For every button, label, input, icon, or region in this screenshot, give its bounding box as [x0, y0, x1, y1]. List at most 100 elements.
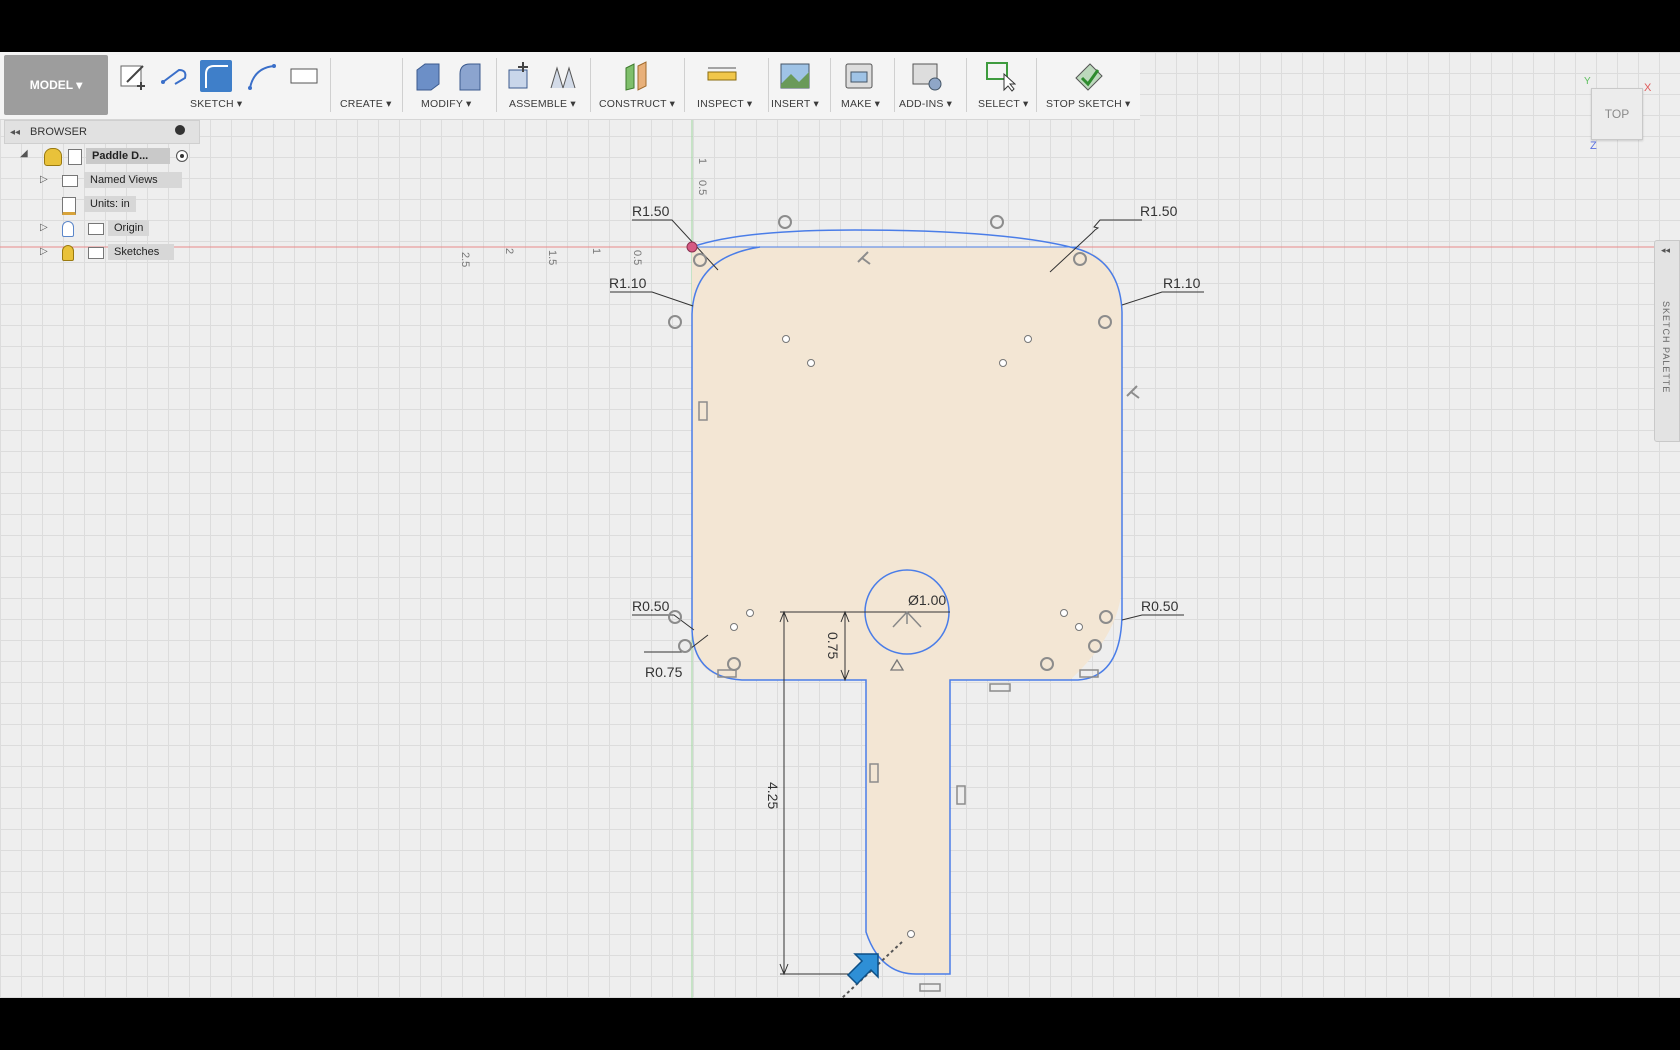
leader-r110-right	[1121, 291, 1204, 306]
folder-icon	[88, 223, 104, 235]
select-menu[interactable]: SELECT ▾	[978, 98, 1028, 110]
ruler-h-25: 2.5	[459, 252, 471, 267]
select-icon[interactable]	[984, 60, 1016, 92]
ruler-h-1: 1	[590, 248, 602, 254]
sketch-palette-tab[interactable]: ◂◂ SKETCH PALETTE	[1654, 240, 1680, 442]
minimize-icon[interactable]	[175, 125, 185, 135]
browser-header: ◂◂ BROWSER	[4, 120, 200, 144]
addins-menu[interactable]: ADD-INS ▾	[899, 98, 952, 110]
inspect-menu[interactable]: INSPECT ▾	[697, 98, 752, 110]
dim-r150-right[interactable]: R1.50	[1140, 203, 1178, 219]
dim-r050-left[interactable]: R0.50	[632, 598, 670, 614]
paddle-profile[interactable]	[692, 247, 1122, 974]
toolbar-separator	[590, 58, 591, 112]
units-icon	[62, 197, 76, 215]
tree-item-named-views[interactable]: ▷ Named Views	[4, 168, 200, 192]
toolbar-separator	[330, 58, 331, 112]
construct-menu[interactable]: CONSTRUCT ▾	[599, 98, 675, 110]
main-toolbar: MODEL ▾ SKETCH ▾ CREATE ▾ MODIFY ▾ ASSEM…	[0, 52, 1140, 120]
document-name[interactable]: Paddle D...	[86, 148, 170, 164]
collapse-panel-icon[interactable]: ◂◂	[10, 127, 20, 138]
fusion-app-window: 1 0.5 2.5 2 1.5 1 0.5 4.25 0.75 Ø1.00 R1…	[0, 52, 1680, 998]
leader-r050-right	[1121, 614, 1184, 621]
make-menu[interactable]: MAKE ▾	[841, 98, 880, 110]
toolbar-separator	[402, 58, 403, 112]
leader-r050-left	[632, 614, 695, 631]
sketch-palette-label: SKETCH PALETTE	[1661, 301, 1671, 394]
expand-triangle-icon[interactable]: ▷	[40, 246, 48, 257]
fillet-3d-icon[interactable]	[454, 60, 486, 92]
ruler-v-05: 0.5	[696, 180, 708, 195]
axis-z-label: Z	[1590, 140, 1597, 152]
fillet-tool-icon[interactable]	[200, 60, 232, 92]
tree-label[interactable]: Units: in	[84, 196, 136, 212]
lightbulb-off-icon[interactable]	[62, 221, 74, 237]
toolbar-separator	[496, 58, 497, 112]
insert-image-icon[interactable]	[779, 60, 811, 92]
press-pull-icon[interactable]	[411, 60, 443, 92]
tree-label[interactable]: Named Views	[84, 172, 182, 188]
folder-icon	[62, 175, 78, 187]
sketch-menu[interactable]: SKETCH ▾	[190, 98, 242, 110]
tree-item-origin[interactable]: ▷ Origin	[4, 216, 200, 240]
joint-icon[interactable]	[547, 60, 579, 92]
modify-menu[interactable]: MODIFY ▾	[421, 98, 471, 110]
axis-x-label: X	[1644, 82, 1652, 94]
lightbulb-icon[interactable]	[44, 148, 62, 166]
ruler-h-05: 0.5	[631, 250, 643, 265]
viewcube-face-label[interactable]: TOP	[1605, 107, 1629, 121]
toolbar-separator	[966, 58, 967, 112]
line-tool-icon[interactable]	[159, 60, 191, 92]
tree-item-document[interactable]: ◢ Paddle D...	[4, 144, 200, 168]
toolbar-separator	[830, 58, 831, 112]
expand-palette-icon[interactable]: ◂◂	[1661, 245, 1670, 256]
stop-sketch-icon[interactable]	[1072, 60, 1104, 92]
dim-075-label[interactable]: 0.75	[825, 632, 841, 659]
expand-triangle-icon[interactable]: ▷	[40, 222, 48, 233]
radio-target-icon[interactable]	[176, 150, 188, 162]
measure-icon[interactable]	[706, 60, 738, 92]
stop-sketch-menu[interactable]: STOP SKETCH ▾	[1046, 98, 1131, 110]
dim-r150-left[interactable]: R1.50	[632, 203, 670, 219]
browser-title: BROWSER	[30, 126, 87, 138]
toolbar-separator	[1036, 58, 1037, 112]
3d-print-icon[interactable]	[843, 60, 875, 92]
tree-label[interactable]: Sketches	[108, 244, 174, 260]
insert-menu[interactable]: INSERT ▾	[771, 98, 819, 110]
sketch-canvas[interactable]: 1 0.5 2.5 2 1.5 1 0.5 4.25 0.75 Ø1.00 R1…	[0, 52, 1680, 998]
toolbar-separator	[768, 58, 769, 112]
tree-item-units[interactable]: Units: in	[4, 192, 200, 216]
new-component-icon[interactable]	[503, 60, 535, 92]
ruler-h-2: 2	[503, 248, 515, 254]
axis-y-label: Y	[1584, 76, 1591, 87]
collapse-triangle-icon[interactable]: ◢	[20, 148, 28, 159]
lightbulb-icon[interactable]	[62, 245, 74, 261]
assemble-menu[interactable]: ASSEMBLE ▾	[509, 98, 576, 110]
folder-icon	[88, 247, 104, 259]
create-menu[interactable]: CREATE ▾	[340, 98, 392, 110]
document-icon	[68, 149, 82, 165]
viewcube[interactable]: TOP	[1591, 88, 1643, 140]
toolbar-separator	[894, 58, 895, 112]
dim-r110-right[interactable]: R1.10	[1163, 275, 1201, 291]
rectangle-tool-icon[interactable]	[288, 60, 320, 92]
toolbar-separator	[684, 58, 685, 112]
ruler-h-15: 1.5	[546, 250, 558, 265]
expand-triangle-icon[interactable]: ▷	[40, 174, 48, 185]
dim-r050-right[interactable]: R0.50	[1141, 598, 1179, 614]
tree-label[interactable]: Origin	[108, 220, 150, 236]
dim-r075[interactable]: R0.75	[645, 664, 683, 680]
scripts-addins-icon[interactable]	[911, 60, 943, 92]
tree-item-sketches[interactable]: ▷ Sketches	[4, 240, 200, 264]
browser-panel: ◂◂ BROWSER ◢ Paddle D... ▷ Named Views U…	[4, 120, 200, 264]
leader-r110-left	[610, 291, 694, 307]
origin-point[interactable]	[686, 241, 698, 253]
dim-diameter-label[interactable]: Ø1.00	[908, 592, 946, 608]
model-workspace-button[interactable]: MODEL ▾	[4, 55, 108, 115]
create-sketch-icon[interactable]	[117, 60, 149, 92]
ruler-v-1: 1	[696, 158, 708, 164]
spline-tool-icon[interactable]	[246, 60, 278, 92]
dim-r110-left[interactable]: R1.10	[609, 275, 647, 291]
dim-425-label[interactable]: 4.25	[765, 782, 781, 809]
offset-plane-icon[interactable]	[620, 60, 652, 92]
